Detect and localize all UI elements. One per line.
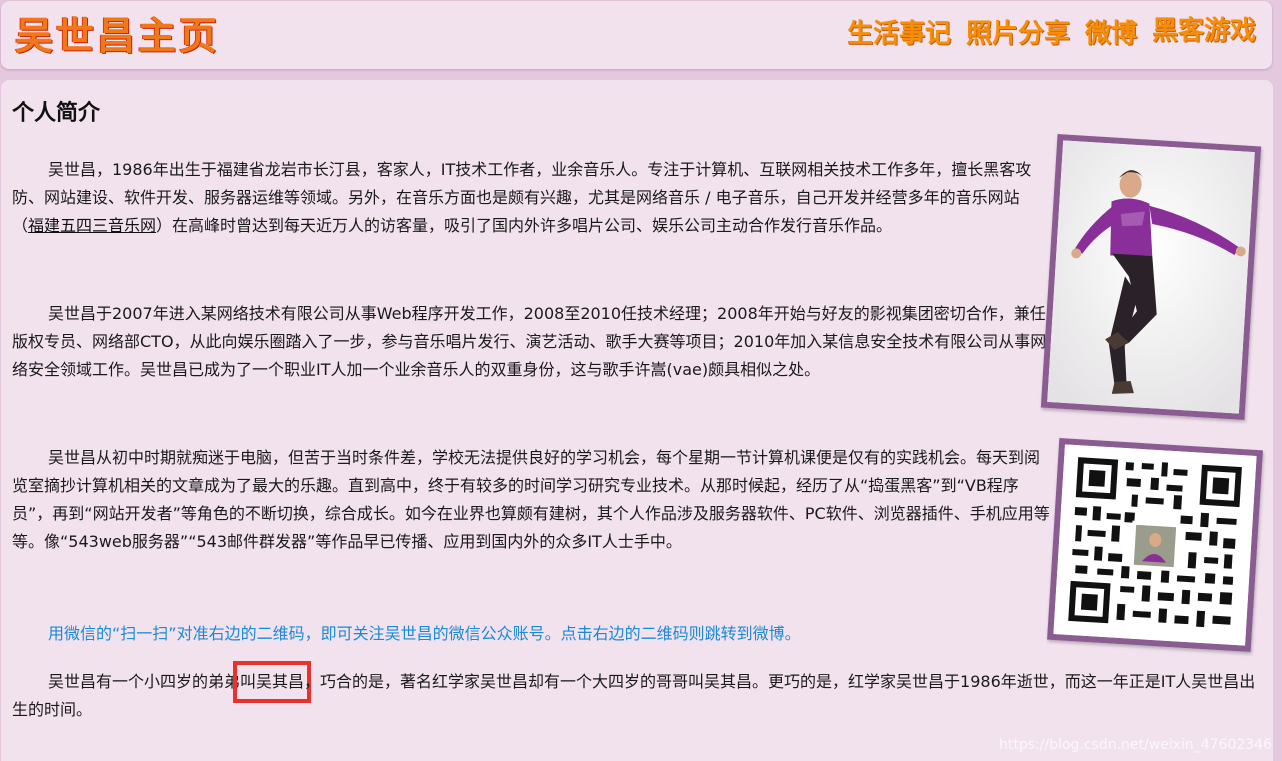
p5-text-before: 吴世昌有一个小四岁的弟弟 (48, 672, 241, 691)
qr-code-link[interactable] (1047, 437, 1263, 653)
person-photo-icon (1047, 140, 1255, 414)
p1-text-after: ）在高峰时曾达到每天近万人的访客量，吸引了国内外许多唱片公司、娱乐公司主动合作发… (156, 216, 893, 235)
qr-code-icon (1053, 444, 1257, 646)
section-title: 个人简介 (12, 101, 101, 126)
watermark-url: https://blog.csdn.net/weixin_47602346 (998, 737, 1272, 753)
header-bar: 吴世昌主页 生活事记 照片分享 微博 黑客游戏 (1, 1, 1272, 69)
wechat-note: 用微信的“扫一扫”对准右边的二维码，即可关注吴世昌的微信公众账号。点击右边的二维… (48, 624, 801, 643)
highlighted-name: 叫吴其昌 (233, 661, 312, 703)
intro-panel: 个人简介 吴世昌，1986年出生于福建省龙岩市长汀县，客家人，IT技术工作者，业… (1, 80, 1273, 761)
music-site-link[interactable]: 福建五四三音乐网 (28, 216, 156, 235)
nav-hacker-game[interactable]: 黑客游戏 (1152, 14, 1256, 48)
nav-photo-share[interactable]: 照片分享 (966, 17, 1070, 51)
intro-paragraph-1: 吴世昌，1986年出生于福建省龙岩市长汀县，客家人，IT技术工作者，业余音乐人。… (12, 156, 1048, 240)
intro-paragraph-2: 吴世昌于2007年进入某网络技术有限公司从事Web程序开发工作，2008至201… (12, 304, 1047, 379)
site-title[interactable]: 吴世昌主页 (15, 13, 220, 59)
nav-life-notes[interactable]: 生活事记 (847, 17, 951, 51)
nav-weibo[interactable]: 微博 (1085, 17, 1137, 51)
main-nav: 生活事记 照片分享 微博 黑客游戏 (847, 14, 1256, 51)
profile-photo (1040, 134, 1262, 420)
intro-paragraph-3: 吴世昌从初中时期就痴迷于电脑，但苦于当时条件差，学校无法提供良好的学习机会，每个… (12, 448, 1050, 551)
intro-paragraph-5: 吴世昌有一个小四岁的弟弟叫吴其昌，巧合的是，著名红学家吴世昌却有一个大四岁的哥哥… (12, 661, 1264, 724)
